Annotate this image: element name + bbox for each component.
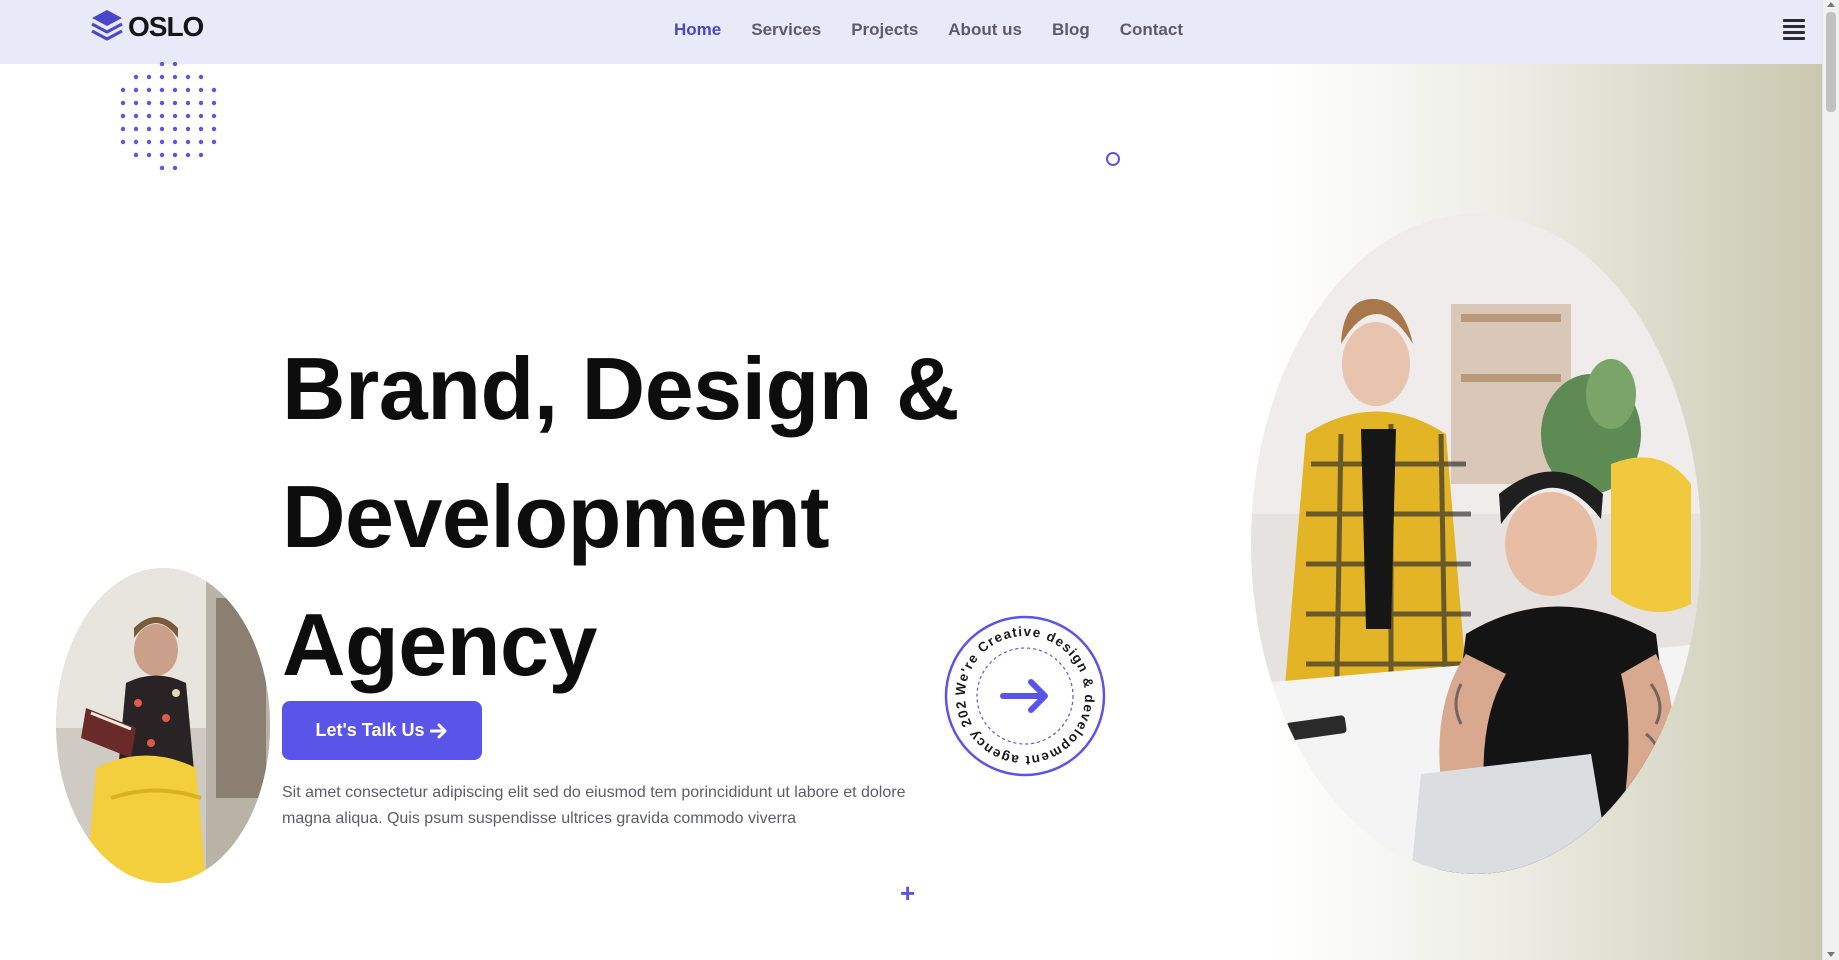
decoration-dot <box>159 100 165 106</box>
decoration-dot <box>133 126 139 132</box>
decoration-dot <box>185 113 191 119</box>
hero-title-line-1: Brand, Design & <box>282 339 960 438</box>
logo-text: OSLO <box>128 11 204 42</box>
decoration-dot <box>133 87 139 93</box>
decoration-dot <box>146 100 152 106</box>
arrow-right-icon <box>430 723 447 738</box>
decoration-dot <box>185 87 191 93</box>
decoration-dot <box>146 113 152 119</box>
decoration-dot <box>172 139 178 145</box>
decoration-dot <box>159 152 165 158</box>
decoration-dot <box>211 139 217 145</box>
decoration-dot <box>159 74 165 80</box>
nav-about-us[interactable]: About us <box>948 20 1022 40</box>
plus-decoration: + <box>900 878 916 908</box>
decoration-dot <box>198 139 204 145</box>
two-people-working-photo <box>1251 214 1701 874</box>
nav-blog[interactable]: Blog <box>1052 20 1090 40</box>
decoration-dot <box>159 139 165 145</box>
left-portrait-image <box>56 568 270 883</box>
decoration-dot <box>198 74 204 80</box>
cta-label: Let's Talk Us <box>315 720 425 740</box>
decoration-dot <box>120 113 126 119</box>
decoration-dot <box>172 126 178 132</box>
site-header: OSLO Home Services Projects About us Blo… <box>0 0 1822 64</box>
decoration-dot <box>120 100 126 106</box>
decoration-dot <box>159 62 165 67</box>
decoration-dot <box>159 87 165 93</box>
decoration-dot <box>146 139 152 145</box>
hamburger-menu-icon[interactable] <box>1783 19 1805 40</box>
decoration-dot <box>146 74 152 80</box>
dot-grid-decoration <box>120 62 217 171</box>
scroll-down-arrow-icon[interactable] <box>1827 952 1835 957</box>
decoration-dot <box>198 100 204 106</box>
decoration-dot <box>185 139 191 145</box>
logo[interactable]: OSLO <box>90 8 204 46</box>
hero-description: Sit amet consectetur adipiscing elit sed… <box>282 784 906 827</box>
decoration-dot <box>120 139 126 145</box>
decoration-dot <box>172 152 178 158</box>
decoration-dot <box>185 74 191 80</box>
decoration-dot <box>172 74 178 80</box>
decoration-dot <box>133 139 139 145</box>
lets-talk-button[interactable]: Let's Talk Us <box>282 701 482 760</box>
decoration-dot <box>133 113 139 119</box>
decoration-dot <box>120 87 126 93</box>
nav-projects[interactable]: Projects <box>851 20 918 40</box>
page-scrollbar[interactable] <box>1822 0 1839 960</box>
decoration-dot <box>185 100 191 106</box>
nav-contact[interactable]: Contact <box>1120 20 1183 40</box>
layers-logo-icon <box>91 10 123 41</box>
decoration-dot <box>211 126 217 132</box>
decoration-dot <box>172 100 178 106</box>
nav-home[interactable]: Home <box>674 20 721 40</box>
decoration-dot <box>185 152 191 158</box>
creative-agency-badge[interactable]: We're Creative design & development agen… <box>939 602 1107 778</box>
decoration-dot <box>198 126 204 132</box>
hero-title-line-3: Agency <box>282 595 597 694</box>
decoration-dot <box>146 126 152 132</box>
badge-graphic: We're Creative design & development agen… <box>939 602 1106 777</box>
main-nav: Home Services Projects About us Blog Con… <box>674 20 1213 40</box>
hero-title-line-2: Development <box>282 467 830 566</box>
decoration-dot <box>120 126 126 132</box>
hero-title: Brand, Design & Development Agency <box>282 325 1002 709</box>
decoration-dot <box>198 87 204 93</box>
decoration-dot <box>172 165 178 171</box>
ring-decoration <box>1106 152 1120 166</box>
decoration-dot <box>198 152 204 158</box>
decoration-dot <box>146 87 152 93</box>
decoration-dot <box>172 87 178 93</box>
decoration-dot <box>159 165 165 171</box>
decoration-dot <box>185 126 191 132</box>
decoration-dot <box>172 113 178 119</box>
right-team-image <box>1251 214 1701 874</box>
decoration-dot <box>159 113 165 119</box>
man-reading-photo <box>56 568 270 883</box>
decoration-dot <box>133 100 139 106</box>
scroll-up-arrow-icon[interactable] <box>1827 2 1835 7</box>
scrollbar-thumb[interactable] <box>1826 12 1836 112</box>
decoration-dot <box>211 113 217 119</box>
decoration-dot <box>133 74 139 80</box>
decoration-dot <box>198 113 204 119</box>
decoration-dot <box>159 126 165 132</box>
decoration-dot <box>211 87 217 93</box>
decoration-dot <box>146 152 152 158</box>
decoration-dot <box>133 152 139 158</box>
decoration-dot <box>211 100 217 106</box>
nav-services[interactable]: Services <box>751 20 821 40</box>
decoration-dot <box>172 62 178 67</box>
